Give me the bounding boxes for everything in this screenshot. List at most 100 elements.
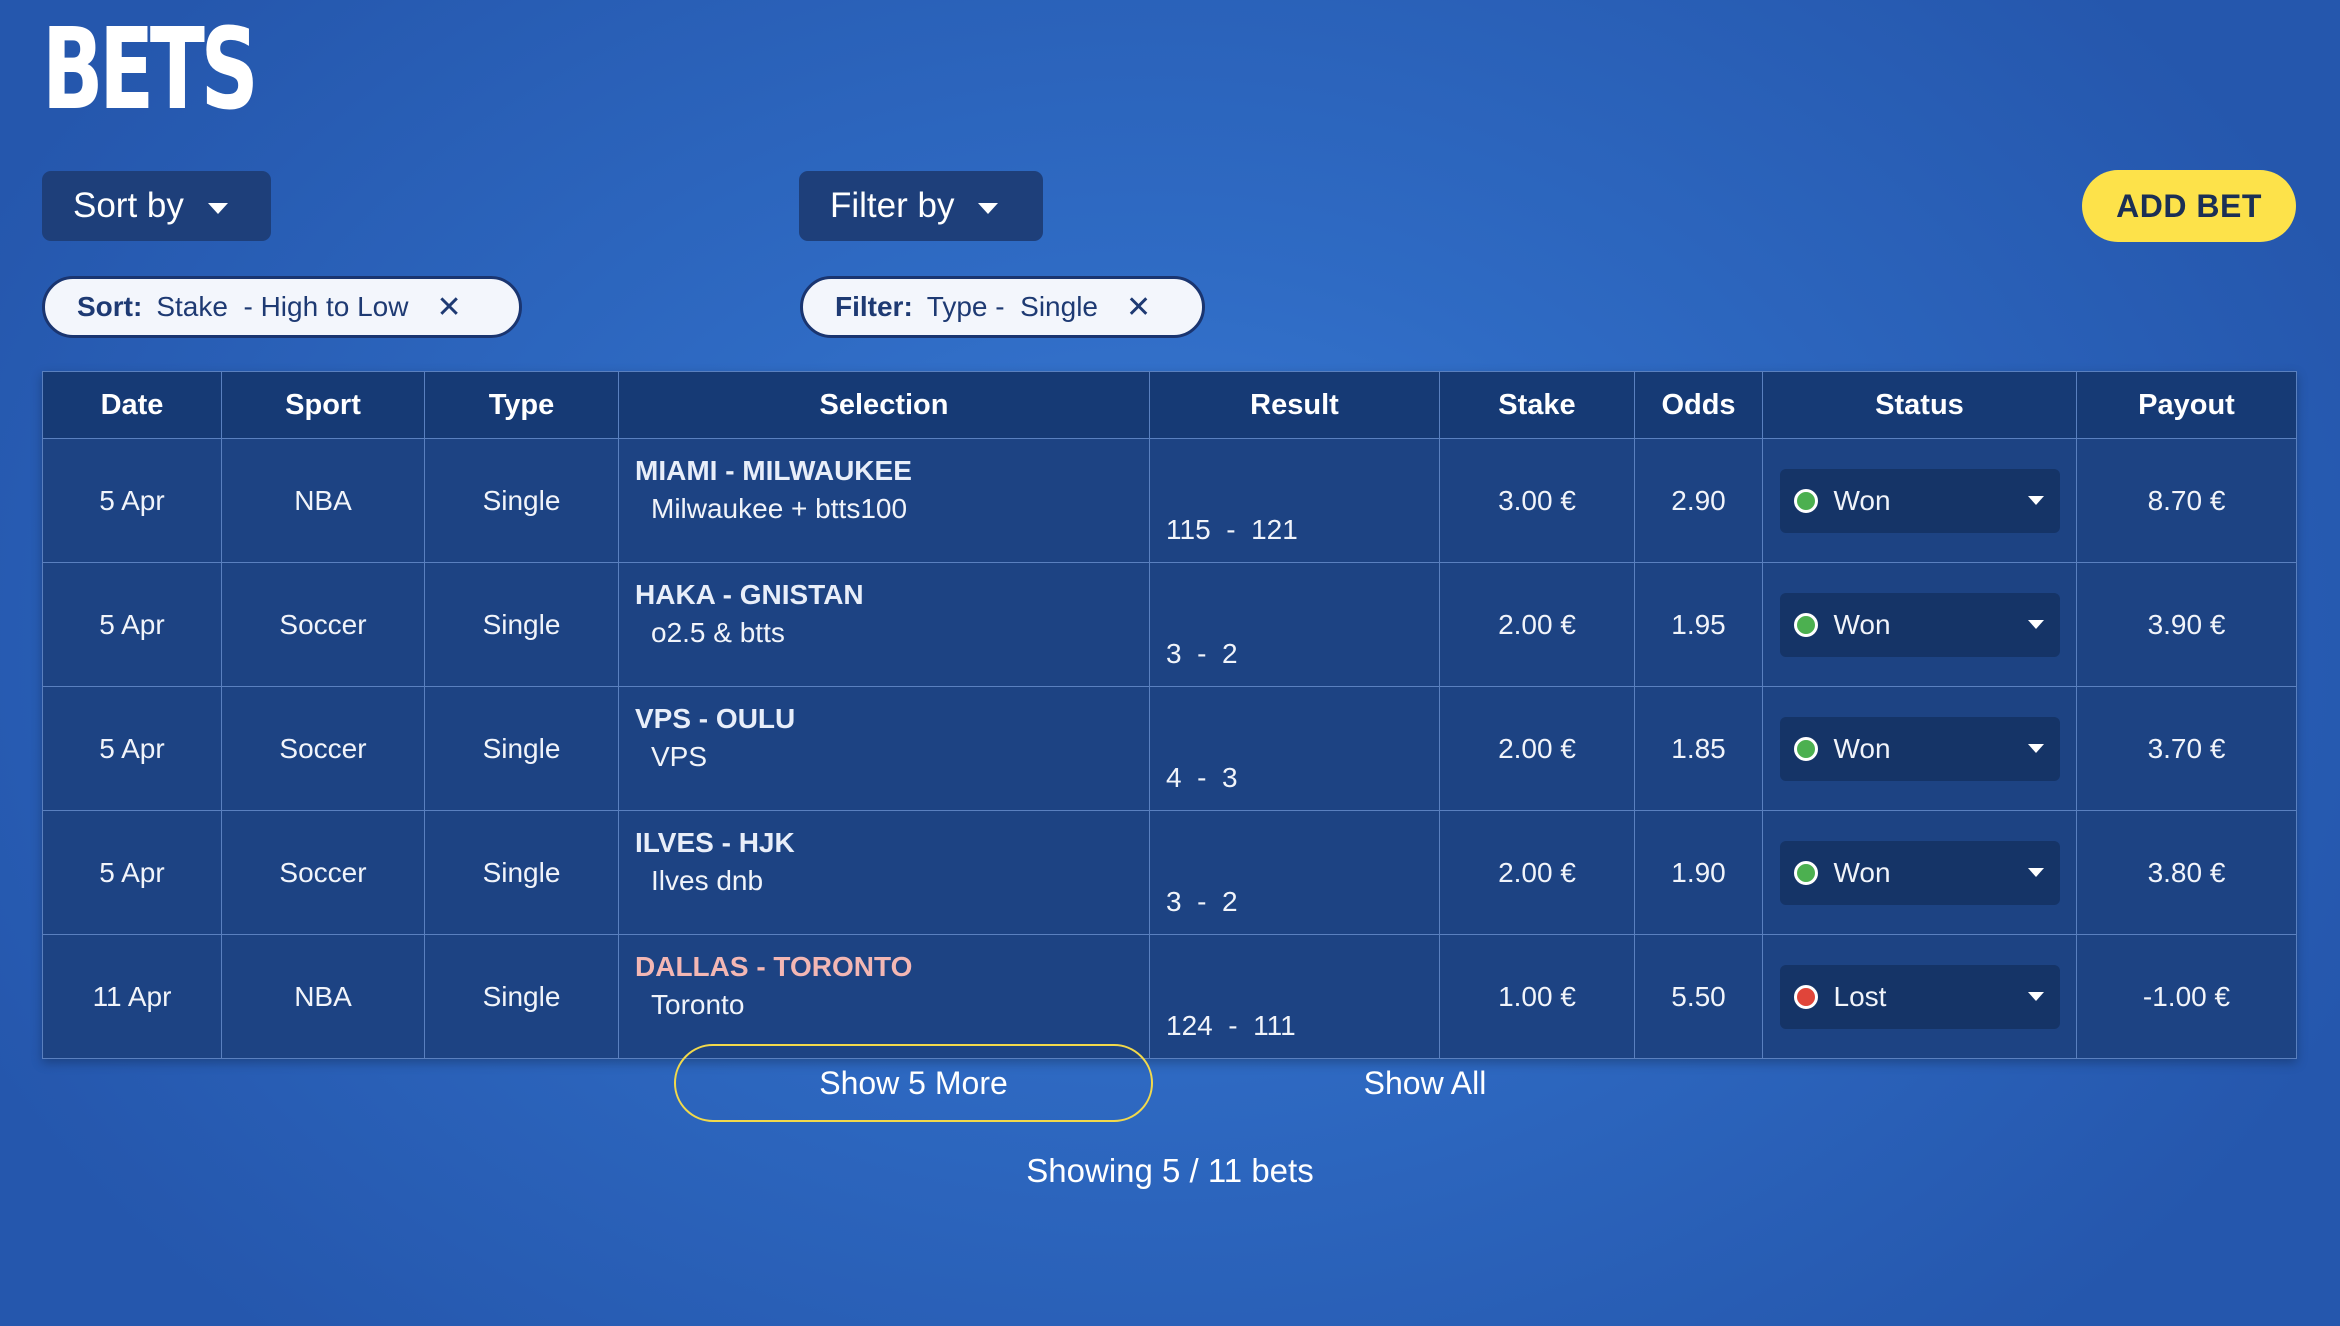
show-all-link[interactable]: Show All: [1330, 1044, 1520, 1122]
selection-pick: Ilves dnb: [651, 865, 764, 896]
status-cell: Won: [1762, 438, 2077, 563]
column-header[interactable]: Payout: [2076, 371, 2297, 439]
selection-match: DALLAS - TORONTO: [635, 951, 913, 982]
column-header[interactable]: Type: [424, 371, 619, 439]
status-dot-icon: [1793, 488, 1818, 513]
status-label: Won: [1833, 608, 1891, 640]
odds-cell: 5.50: [1634, 934, 1763, 1059]
status-dropdown[interactable]: Won: [1779, 468, 2060, 533]
filter-by-dropdown[interactable]: Filter by: [799, 171, 1043, 241]
status-dropdown[interactable]: Lost: [1779, 964, 2060, 1029]
filter-by-label: Filter by: [830, 186, 955, 225]
result-cell: 3 - 2: [1149, 810, 1440, 935]
sort-by-dropdown[interactable]: Sort by: [42, 171, 271, 241]
status-dropdown[interactable]: Won: [1779, 716, 2060, 781]
status-label: Lost: [1833, 980, 1887, 1012]
column-header[interactable]: Stake: [1439, 371, 1635, 439]
type-cell: Single: [424, 562, 619, 687]
chevron-down-icon: [2027, 496, 2044, 505]
odds-cell: 1.90: [1634, 810, 1763, 935]
status-dropdown[interactable]: Won: [1779, 592, 2060, 657]
filter-chip-value: Type - Single: [926, 291, 1098, 322]
status-cell: Won: [1762, 686, 2077, 811]
selection-cell: VPS - OULU VPS: [618, 686, 1150, 811]
status-label: Won: [1833, 856, 1891, 888]
status-cell: Lost: [1762, 934, 2077, 1059]
selection-pick: Milwaukee + btts100: [651, 493, 908, 524]
date-cell: 5 Apr: [42, 562, 222, 687]
type-cell: Single: [424, 686, 619, 811]
selection-pick: o2.5 & btts: [651, 617, 785, 648]
selection-match: HAKA - GNISTAN: [635, 579, 864, 610]
showing-count: Showing 5 / 11 bets: [1026, 1152, 1314, 1189]
column-header[interactable]: Odds: [1634, 371, 1763, 439]
chevron-down-icon: [2027, 868, 2044, 877]
sport-cell: NBA: [221, 438, 425, 563]
date-cell: 5 Apr: [42, 438, 222, 563]
column-header[interactable]: Status: [1762, 371, 2077, 439]
filter-chip: Filter: Type - Single ✕: [800, 276, 1205, 338]
payout-cell: 3.90 €: [2076, 562, 2297, 687]
table-row[interactable]: 11 Apr NBA Single DALLAS - TORONTO Toron…: [42, 934, 2297, 1059]
type-cell: Single: [424, 810, 619, 935]
selection-match: VPS - OULU: [635, 703, 796, 734]
sport-cell: Soccer: [221, 810, 425, 935]
selection-cell: MIAMI - MILWAUKEE Milwaukee + btts100: [618, 438, 1150, 563]
close-icon[interactable]: ✕: [1126, 290, 1151, 325]
selection-pick: VPS: [651, 741, 708, 772]
column-header[interactable]: Sport: [221, 371, 425, 439]
selection-pick: Toronto: [651, 989, 745, 1020]
show-more-button[interactable]: Show 5 More: [674, 1044, 1153, 1122]
status-label: Won: [1833, 484, 1891, 516]
selection-cell: HAKA - GNISTAN o2.5 & btts: [618, 562, 1150, 687]
odds-cell: 1.95: [1634, 562, 1763, 687]
status-dot-icon: [1793, 860, 1818, 885]
add-bet-button[interactable]: ADD BET: [2082, 170, 2296, 242]
table-row[interactable]: 5 Apr Soccer Single HAKA - GNISTAN o2.5 …: [42, 562, 2297, 687]
selection-cell: ILVES - HJK Ilves dnb: [618, 810, 1150, 935]
column-header[interactable]: Selection: [618, 371, 1150, 439]
status-dot-icon: [1793, 612, 1818, 637]
sort-chip-key: Sort:: [77, 291, 143, 322]
filter-chip-key: Filter:: [835, 291, 913, 322]
column-header[interactable]: Date: [42, 371, 222, 439]
sport-cell: Soccer: [221, 686, 425, 811]
table-row[interactable]: 5 Apr Soccer Single VPS - OULU VPS 4 - 3…: [42, 686, 2297, 811]
table-row[interactable]: 5 Apr Soccer Single ILVES - HJK Ilves dn…: [42, 810, 2297, 935]
chevron-down-icon: [2027, 620, 2044, 629]
payout-cell: -1.00 €: [2076, 934, 2297, 1059]
type-cell: Single: [424, 934, 619, 1059]
odds-cell: 2.90: [1634, 438, 1763, 563]
status-cell: Won: [1762, 562, 2077, 687]
chevron-down-icon: [2027, 744, 2044, 753]
column-header[interactable]: Result: [1149, 371, 1440, 439]
status-dot-icon: [1793, 736, 1818, 761]
payout-cell: 3.80 €: [2076, 810, 2297, 935]
selection-match: MIAMI - MILWAUKEE: [635, 455, 912, 486]
date-cell: 11 Apr: [42, 934, 222, 1059]
chevron-down-icon: [2027, 992, 2044, 1001]
type-cell: Single: [424, 438, 619, 563]
table-header-row: Date Sport Type Selection Result Stake O…: [42, 371, 2297, 439]
result-cell: 124 - 111: [1149, 934, 1440, 1059]
chevron-down-icon: [207, 202, 228, 214]
status-dropdown[interactable]: Won: [1779, 840, 2060, 905]
date-cell: 5 Apr: [42, 686, 222, 811]
result-cell: 3 - 2: [1149, 562, 1440, 687]
sort-chip: Sort: Stake - High to Low ✕: [42, 276, 522, 338]
stake-cell: 1.00 €: [1439, 934, 1635, 1059]
result-cell: 115 - 121: [1149, 438, 1440, 563]
stake-cell: 2.00 €: [1439, 562, 1635, 687]
stake-cell: 3.00 €: [1439, 438, 1635, 563]
payout-cell: 3.70 €: [2076, 686, 2297, 811]
stake-cell: 2.00 €: [1439, 810, 1635, 935]
stake-cell: 2.00 €: [1439, 686, 1635, 811]
selection-cell: DALLAS - TORONTO Toronto: [618, 934, 1150, 1059]
status-dot-icon: [1793, 984, 1818, 1009]
date-cell: 5 Apr: [42, 810, 222, 935]
page-title: BETS: [42, 5, 259, 135]
result-cell: 4 - 3: [1149, 686, 1440, 811]
table-row[interactable]: 5 Apr NBA Single MIAMI - MILWAUKEE Milwa…: [42, 438, 2297, 563]
odds-cell: 1.85: [1634, 686, 1763, 811]
close-icon[interactable]: ✕: [436, 290, 461, 325]
